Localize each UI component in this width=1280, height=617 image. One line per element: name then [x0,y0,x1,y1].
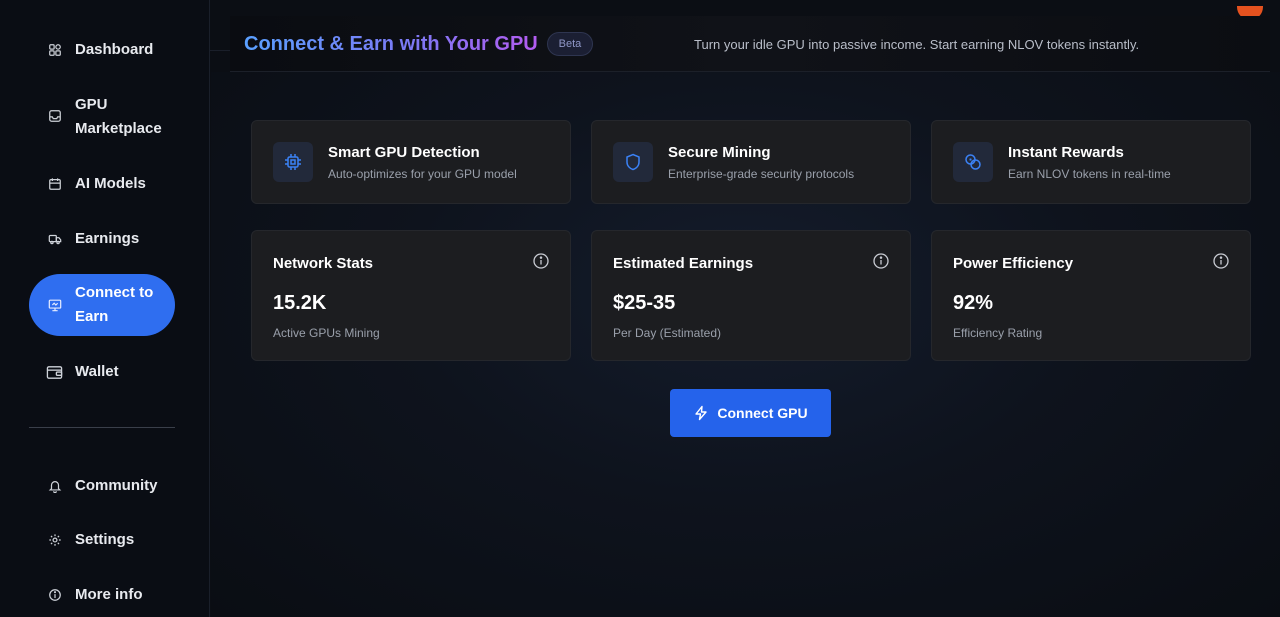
stat-value: 15.2K [273,292,327,314]
sidebar-item-earnings[interactable]: Earnings [29,227,175,251]
stat-value: $25-35 [613,292,676,314]
feature-description: Auto-optimizes for your GPU model [328,167,517,181]
feature-card-gpu-detection: Smart GPU Detection Auto-optimizes for y… [251,120,571,204]
stat-card-power: Power Efficiency 92% Efficiency Rating [931,230,1251,361]
sidebar-item-label: AI Models [75,175,146,192]
stat-title: Power Efficiency [953,255,1074,272]
sidebar-item-label: More info [75,586,143,603]
feature-card-secure-mining: Secure Mining Enterprise-grade security … [591,120,911,204]
stat-label: Per Day (Estimated) [613,326,722,340]
page-banner: Connect & Earn with Your GPU Beta Turn y… [230,16,1270,72]
info-icon[interactable] [872,252,890,270]
sidebar-item-label: GPU Marketplace [75,96,162,137]
stat-card-earnings: Estimated Earnings $25-35 Per Day (Estim… [591,230,911,361]
sidebar-item-label: Earnings [75,230,140,247]
calendar-icon [47,176,63,192]
sidebar-item-wallet[interactable]: Wallet [29,360,175,384]
feature-title: Smart GPU Detection [328,144,480,161]
stat-card-network: Network Stats 15.2K Active GPUs Mining [251,230,571,361]
sidebar-divider [29,427,175,428]
sidebar-item-ai-models[interactable]: AI Models [29,172,175,196]
stat-title: Estimated Earnings [613,255,754,272]
coins-icon [953,142,993,182]
gear-icon [47,532,63,548]
stat-label: Active GPUs Mining [273,326,380,340]
main-content: Smart GPU Detection Auto-optimizes for y… [211,72,1280,617]
storage-icon [47,108,63,124]
feature-description: Earn NLOV tokens in real-time [1008,167,1171,181]
connect-gpu-label: Connect GPU [717,405,808,421]
sidebar-item-community[interactable]: Community [29,474,175,498]
sidebar-item-label: Settings [75,531,135,548]
stat-label: Efficiency Rating [953,326,1043,340]
stat-value: 92% [953,292,994,314]
header-divider [210,50,230,51]
sidebar-item-gpu-marketplace[interactable]: GPU Marketplace [29,93,175,141]
lightning-icon [695,405,708,421]
stat-title: Network Stats [273,255,374,272]
beta-badge: Beta [547,32,593,56]
feature-card-instant-rewards: Instant Rewards Earn NLOV tokens in real… [931,120,1251,204]
sidebar-item-more-info[interactable]: More info [29,583,175,607]
info-icon[interactable] [1212,252,1230,270]
connect-gpu-button[interactable]: Connect GPU [670,389,831,437]
sidebar-item-label: Wallet [75,363,119,380]
page-title: Connect & Earn with Your GPU [244,33,538,55]
sidebar-item-label: Community [75,477,158,494]
monitor-icon [47,297,63,313]
sidebar-item-label: Dashboard [75,41,154,58]
info-icon [47,587,63,603]
cpu-chip-icon [273,142,313,182]
info-icon[interactable] [532,252,550,270]
wallet-icon [45,363,63,381]
feature-title: Secure Mining [668,144,771,161]
dashboard-grid-icon [47,42,63,58]
sidebar-item-dashboard[interactable]: Dashboard [29,38,175,62]
feature-description: Enterprise-grade security protocols [668,167,855,181]
feature-title: Instant Rewards [1008,144,1124,161]
page-subtitle: Turn your idle GPU into passive income. … [694,37,1140,52]
sidebar: Dashboard GPU Marketplace AI Models Earn… [0,0,210,617]
sidebar-item-settings[interactable]: Settings [29,528,175,552]
shield-icon [613,142,653,182]
sidebar-item-label: Connect to Earn [75,284,154,325]
truck-icon [47,231,63,247]
bell-icon [47,478,63,494]
sidebar-item-connect-to-earn[interactable]: Connect to Earn [29,274,175,336]
